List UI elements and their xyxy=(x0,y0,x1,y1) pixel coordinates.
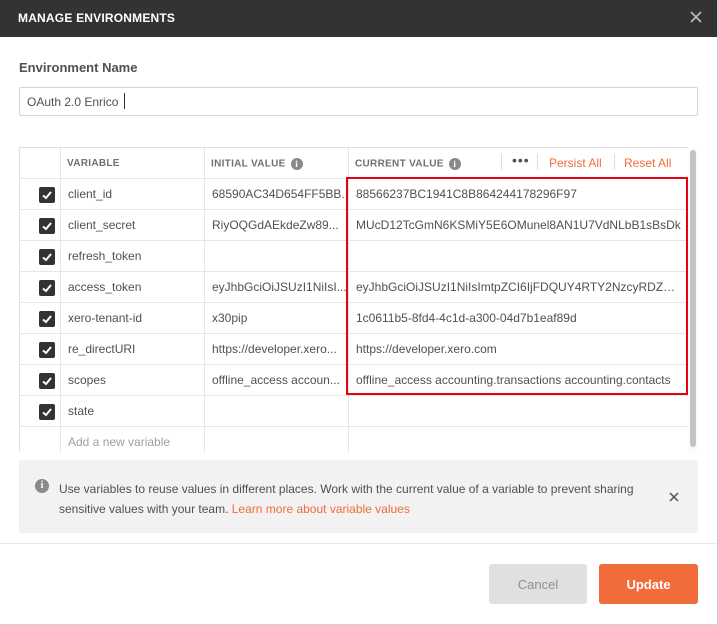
header-separator xyxy=(614,154,615,170)
variable-name[interactable]: re_directURI xyxy=(68,342,202,356)
current-value[interactable]: offline_access accounting.transactions a… xyxy=(356,373,682,387)
row-checkbox[interactable] xyxy=(39,280,55,296)
info-icon[interactable]: i xyxy=(290,158,303,170)
current-value[interactable]: https://developer.xero.com xyxy=(356,342,682,356)
header-current-value-label: CURRENT VALUE xyxy=(355,158,444,170)
current-value[interactable]: 1c0611b5-8fd4-4c1d-a300-04d7b1eaf89d xyxy=(356,311,682,325)
update-button[interactable]: Update xyxy=(599,564,698,604)
text-cursor xyxy=(124,93,125,109)
dialog-titlebar: MANAGE ENVIRONMENTS xyxy=(0,0,718,37)
close-icon[interactable] xyxy=(688,9,704,25)
current-value[interactable]: 88566237BC1941C8B864244178296F97 xyxy=(356,187,682,201)
header-separator xyxy=(537,154,538,170)
initial-value[interactable]: https://developer.xero... xyxy=(212,342,346,356)
table-row: scopes offline_access accoun... offline_… xyxy=(20,365,688,396)
header-variable: VARIABLE xyxy=(67,158,120,169)
table-row: access_token eyJhbGciOiJSUzI1NiIsI... ey… xyxy=(20,272,688,303)
variable-name[interactable]: xero-tenant-id xyxy=(68,311,202,325)
table-row: xero-tenant-id x30pip 1c0611b5-8fd4-4c1d… xyxy=(20,303,688,334)
current-value[interactable]: eyJhbGciOiJSUzI1NiIsImtpZCI6IjFDQUY4RTY2… xyxy=(356,280,682,294)
initial-value[interactable]: RiyOQGdAEkdeZw89... xyxy=(212,218,346,232)
initial-value[interactable]: x30pip xyxy=(212,311,346,325)
variables-table: VARIABLE INITIAL VALUE i CURRENT VALUE i •… xyxy=(19,147,688,452)
variable-name[interactable]: access_token xyxy=(68,280,202,294)
environment-name-input[interactable] xyxy=(19,87,698,116)
variable-name[interactable]: client_secret xyxy=(68,218,202,232)
variable-name[interactable]: scopes xyxy=(68,373,202,387)
current-value[interactable]: MUcD12TcGmN6KSMiY5E6OMunel8AN1U7VdNLbB1s… xyxy=(356,218,682,232)
notice-text: Use variables to reuse values in differe… xyxy=(59,479,639,519)
scrollbar-thumb[interactable] xyxy=(690,150,696,447)
persist-all-button[interactable]: Persist All xyxy=(549,156,602,170)
variable-name[interactable]: state xyxy=(68,404,202,418)
variable-name[interactable]: client_id xyxy=(68,187,202,201)
header-initial-value: INITIAL VALUE i xyxy=(211,158,303,170)
add-new-variable-input[interactable]: Add a new variable xyxy=(68,435,202,449)
info-icon[interactable]: i xyxy=(448,158,461,170)
learn-more-link[interactable]: Learn more about variable values xyxy=(232,502,410,516)
cancel-button[interactable]: Cancel xyxy=(489,564,587,604)
table-row: refresh_token xyxy=(20,241,688,272)
variable-name[interactable]: refresh_token xyxy=(68,249,202,263)
more-horizontal-icon[interactable]: ••• xyxy=(512,152,530,168)
row-checkbox[interactable] xyxy=(39,404,55,420)
row-checkbox[interactable] xyxy=(39,342,55,358)
close-icon[interactable] xyxy=(668,490,680,502)
initial-value[interactable]: eyJhbGciOiJSUzI1NiIsI... xyxy=(212,280,346,294)
initial-value[interactable]: 68590AC34D654FF5BB... xyxy=(212,187,346,201)
header-current-value: CURRENT VALUE i xyxy=(355,158,461,170)
table-row: state xyxy=(20,396,688,427)
row-checkbox[interactable] xyxy=(39,187,55,203)
add-variable-row: Add a new variable xyxy=(20,427,688,452)
dialog-title: MANAGE ENVIRONMENTS xyxy=(18,11,176,25)
info-icon: i xyxy=(35,479,49,493)
initial-value[interactable]: offline_access accoun... xyxy=(212,373,346,387)
footer-divider xyxy=(0,543,718,544)
table-row: client_secret RiyOQGdAEkdeZw89... MUcD12… xyxy=(20,210,688,241)
table-row: re_directURI https://developer.xero... h… xyxy=(20,334,688,365)
header-initial-value-label: INITIAL VALUE xyxy=(211,158,286,170)
table-row: client_id 68590AC34D654FF5BB... 88566237… xyxy=(20,179,688,210)
header-separator xyxy=(501,154,502,170)
row-checkbox[interactable] xyxy=(39,218,55,234)
environment-name-label: Environment Name xyxy=(19,60,138,75)
row-checkbox[interactable] xyxy=(39,311,55,327)
reset-all-button[interactable]: Reset All xyxy=(624,156,671,170)
row-checkbox[interactable] xyxy=(39,373,55,389)
row-checkbox[interactable] xyxy=(39,249,55,265)
variables-info-notice: i Use variables to reuse values in diffe… xyxy=(19,460,698,533)
